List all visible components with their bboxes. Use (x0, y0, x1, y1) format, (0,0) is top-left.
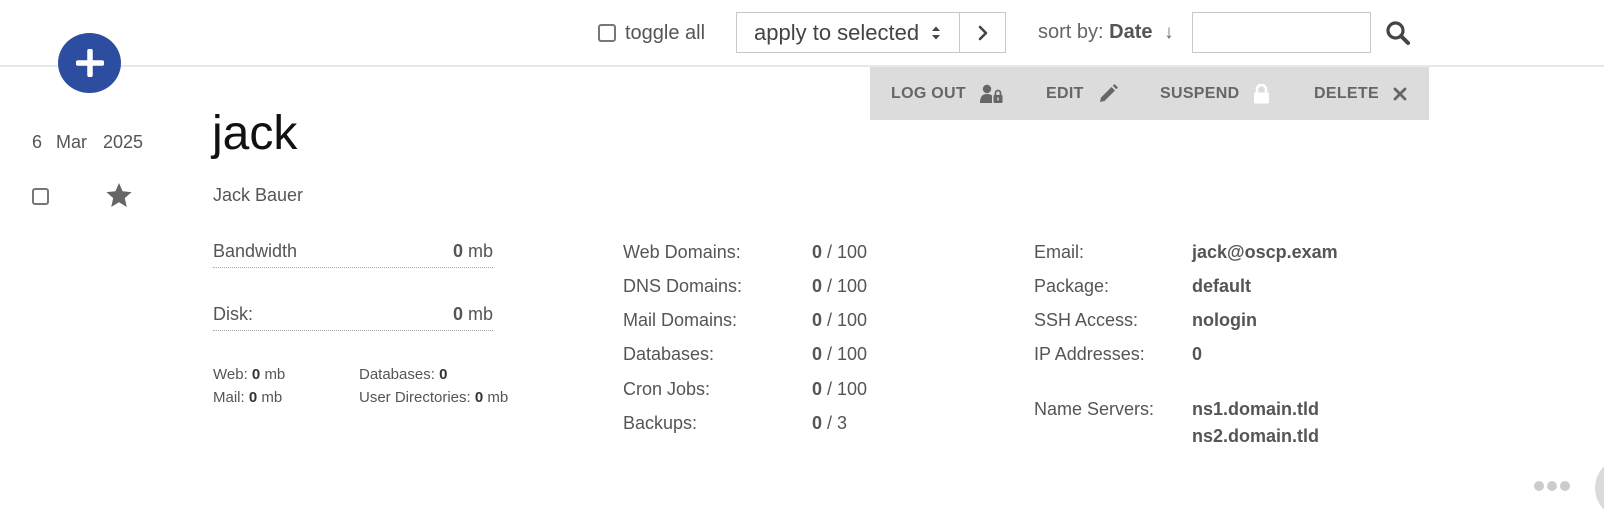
mail-usage-unit: mb (261, 389, 283, 406)
name-server-1: ns1.domain.tld (1192, 399, 1320, 419)
name-server-2: ns2.domain.tld (1192, 426, 1320, 446)
row-select-checkbox[interactable] (32, 188, 49, 205)
scroll-top-button[interactable] (1595, 458, 1604, 518)
ip-addresses-label: IP Addresses: (1034, 344, 1145, 364)
backups-label: Backups: (623, 413, 698, 433)
pencil-icon (1099, 83, 1118, 102)
bandwidth-value: 0 (452, 241, 463, 261)
mail-usage-value: 0 (248, 389, 258, 406)
delete-action[interactable]: DELETE (1314, 67, 1407, 120)
disk-value: 0 (452, 304, 463, 324)
web-usage-label: Web: (213, 366, 248, 383)
user-lock-icon (979, 84, 1003, 103)
databases-usage-value: 0 (439, 366, 448, 383)
delete-label: DELETE (1314, 84, 1379, 102)
web-domains-value: 0 / 100 (812, 242, 867, 263)
sort-by-label: sort by: (1038, 21, 1104, 43)
lock-icon (1254, 83, 1270, 103)
created-month: Mar (56, 132, 87, 152)
web-usage-unit: mb (264, 366, 286, 383)
userdirs-usage-value: 0 (474, 389, 484, 406)
dns-domains-value: 0 / 100 (812, 276, 867, 297)
backups-limit: / 3 (827, 413, 848, 433)
disk-label: Disk: (213, 304, 253, 324)
web-domains-label: Web Domains: (623, 242, 741, 262)
web-domains-limit: / 100 (827, 242, 868, 262)
package-value: default (1192, 276, 1252, 296)
star-icon[interactable] (105, 182, 133, 209)
disk-usage: Disk: 0 mb (213, 304, 493, 331)
created-day: 6 (32, 132, 43, 152)
logout-label: LOG OUT (891, 84, 966, 102)
mail-domains-used: 0 (812, 310, 823, 330)
search-input[interactable] (1192, 12, 1371, 53)
mail-domains-label: Mail Domains: (623, 310, 738, 330)
plus-icon (75, 49, 104, 77)
bandwidth-usage: Bandwidth 0 mb (213, 241, 493, 268)
user-directories-usage: User Directories: 0 mb (359, 389, 508, 406)
name-servers-label: Name Servers: (1034, 399, 1155, 419)
search-button[interactable] (1385, 20, 1413, 48)
cron-jobs-value: 0 / 100 (812, 379, 867, 400)
sort-direction-icon: ↓ (1164, 22, 1174, 43)
add-user-button[interactable] (58, 33, 121, 93)
mail-usage-label: Mail: (213, 389, 245, 406)
user-actions-bar: LOG OUT EDIT SUSPEND DELETE (870, 67, 1429, 120)
backups-used: 0 (812, 413, 823, 433)
edit-label: EDIT (1046, 84, 1084, 102)
web-usage-value: 0 (251, 366, 261, 383)
userdirs-usage-unit: mb (487, 389, 509, 406)
close-icon (1393, 87, 1407, 100)
top-toolbar: toggle all apply to selected sort by: Da… (0, 0, 1604, 67)
ssh-access-value: nologin (1192, 310, 1257, 330)
ssh-access-label: SSH Access: (1034, 310, 1139, 330)
cron-jobs-label: Cron Jobs: (623, 379, 711, 399)
user-full-name: Jack Bauer (213, 185, 304, 205)
email-label: Email: (1034, 242, 1085, 262)
mail-domains-limit: / 100 (827, 310, 868, 330)
more-options-icon[interactable] (1534, 481, 1570, 491)
package-label: Package: (1034, 276, 1110, 296)
databases-limit: / 100 (827, 344, 868, 364)
username-title[interactable]: jack (212, 110, 297, 158)
suspend-label: SUSPEND (1160, 84, 1240, 102)
ip-addresses-value: 0 (1192, 344, 1203, 364)
sort-by-control[interactable]: sort by: Date ↓ (1038, 21, 1174, 44)
web-domains-used: 0 (812, 242, 823, 262)
dns-domains-limit: / 100 (827, 276, 868, 296)
userdirs-usage-label: User Directories: (359, 389, 471, 406)
databases-usage: Databases: 0 (359, 366, 447, 383)
mail-domains-value: 0 / 100 (812, 310, 867, 331)
cron-jobs-used: 0 (812, 379, 823, 399)
databases-usage-label: Databases: (359, 366, 435, 383)
suspend-action[interactable]: SUSPEND (1160, 67, 1270, 120)
backups-value: 0 / 3 (812, 413, 847, 434)
updown-icon (932, 26, 940, 40)
email-value: jack@oscp.exam (1192, 242, 1338, 262)
apply-go-button[interactable] (960, 12, 1006, 53)
bulk-action-value: apply to selected (754, 19, 920, 45)
databases-value: 0 / 100 (812, 344, 867, 365)
bandwidth-unit: mb (467, 241, 493, 261)
toggle-all-checkbox[interactable]: toggle all (598, 22, 705, 44)
bandwidth-label: Bandwidth (213, 241, 298, 261)
chevron-right-icon (978, 25, 987, 40)
disk-unit: mb (467, 304, 493, 324)
toggle-all-box[interactable] (598, 24, 616, 42)
created-year: 2025 (103, 132, 144, 152)
databases-used: 0 (812, 344, 823, 364)
dns-domains-used: 0 (812, 276, 823, 296)
bulk-action-select[interactable]: apply to selected (736, 12, 960, 53)
web-usage: Web: 0 mb (213, 366, 285, 383)
dns-domains-label: DNS Domains: (623, 276, 743, 296)
edit-action[interactable]: EDIT (1046, 67, 1118, 120)
databases-label: Databases: (623, 344, 715, 364)
sort-by-value: Date (1109, 21, 1153, 43)
cron-jobs-limit: / 100 (827, 379, 868, 399)
search-icon (1386, 21, 1410, 45)
mail-usage: Mail: 0 mb (213, 389, 282, 406)
logout-action[interactable]: LOG OUT (891, 67, 1004, 120)
toggle-all-label: toggle all (625, 21, 706, 44)
